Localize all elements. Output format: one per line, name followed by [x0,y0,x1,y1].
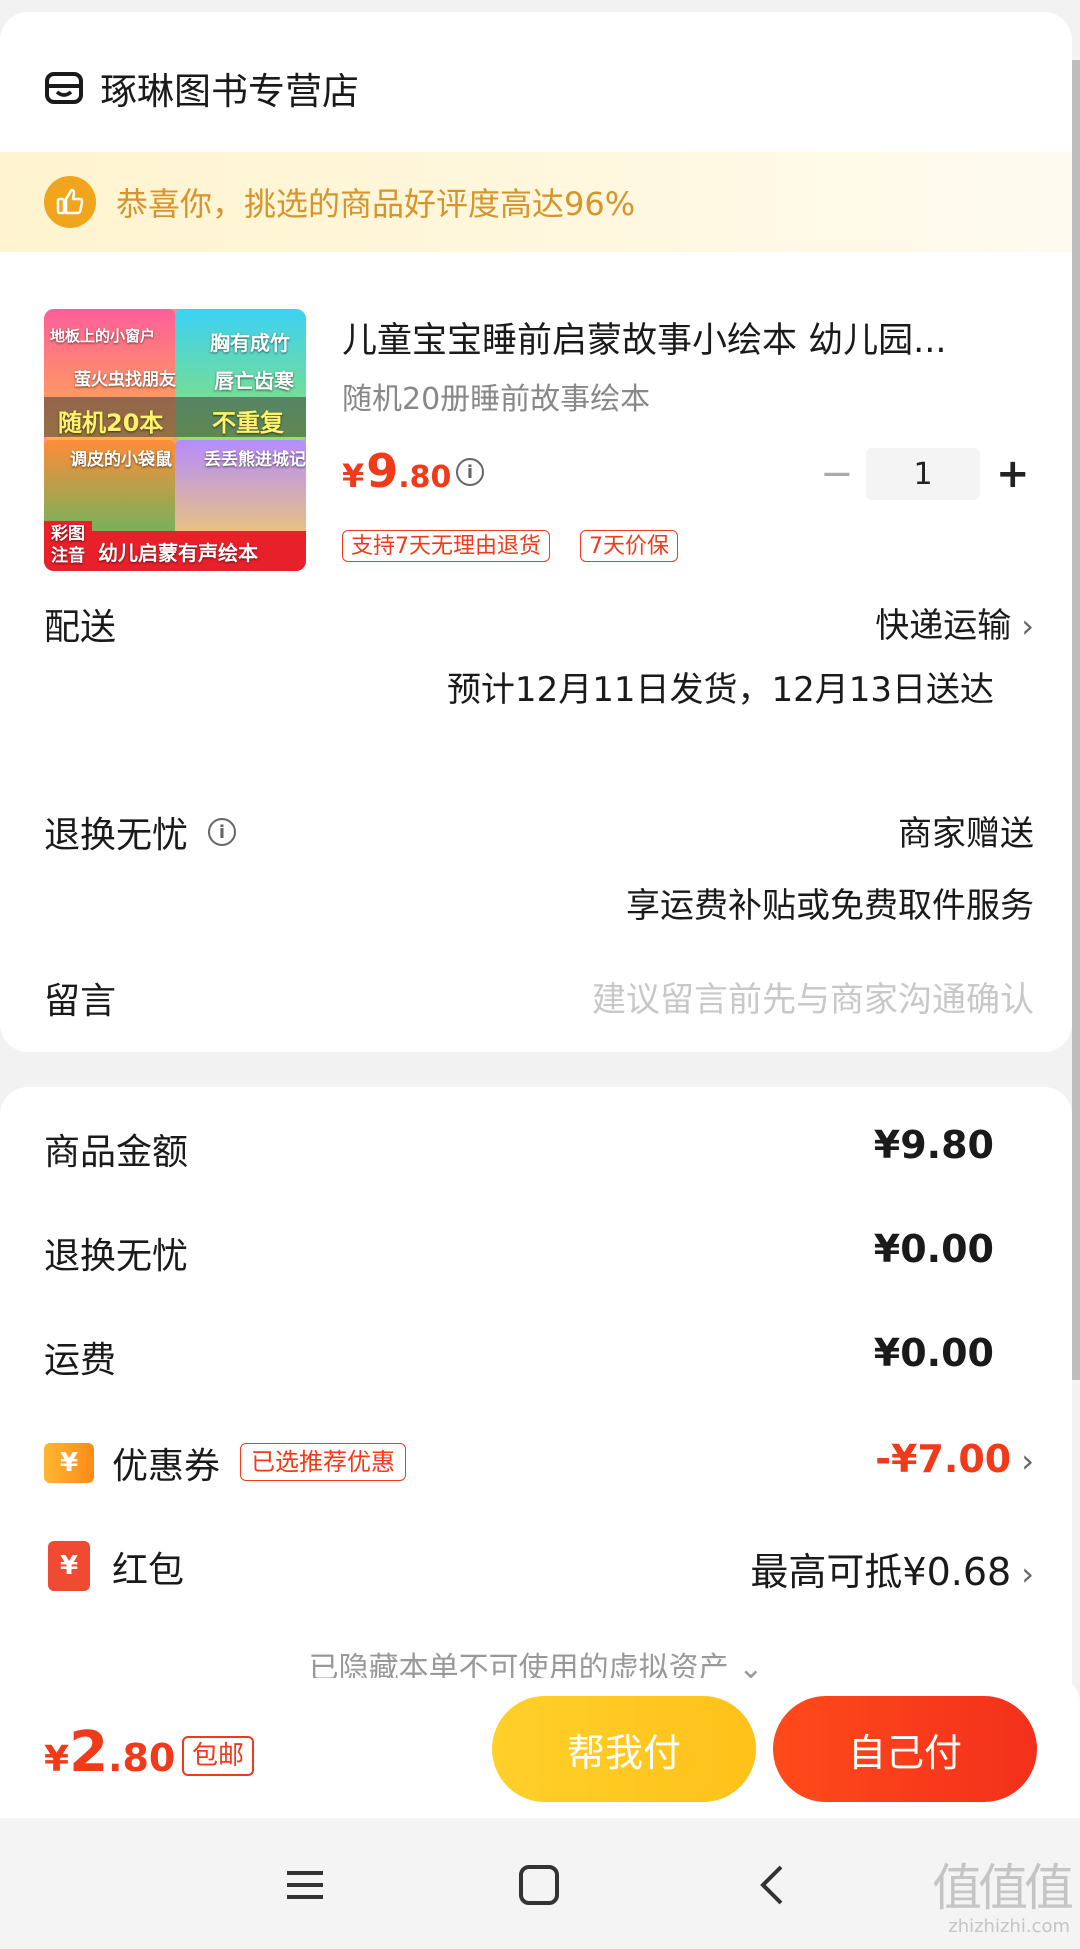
image-label: 幼儿启蒙有声绘本 [98,541,258,565]
price-integer: 9 [366,444,399,498]
return-policy-tag: 支持7天无理由退货 [342,530,550,562]
red-packet-row-link[interactable]: 最高可抵¥0.68 › [750,1541,1034,1596]
store-name: 琢琳图书专营店 [100,70,359,113]
coupon-label: 优惠券 [112,1446,221,1487]
banner-text: 恭喜你，挑选的商品好评度高达96% [116,185,636,223]
message-input[interactable]: 建议留言前先与商家沟通确认 [592,972,1034,1021]
delivery-estimate: 预计12月11日发货，12月13日送达 [446,670,994,710]
coupon-row-link[interactable]: -¥7.00 › [875,1437,1034,1481]
watermark: 值值值 zhizhizhi.com [932,1859,1074,1937]
product-spec[interactable]: 随机20册睡前故事绘本 [342,374,650,418]
shipping-fee-label: 运费 [44,1340,117,1381]
image-label: 胸有成竹 [210,331,290,355]
returns-info-icon[interactable]: i [208,818,237,846]
chevron-right-icon: › [1021,607,1034,645]
returns-value: 商家赠送 [898,814,1034,854]
order-card: 琢琳图书专营店 恭喜你，挑选的商品好评度高达96% 地板上的小窗户 胸有成竹 萤… [0,12,1072,1052]
image-label: 彩图注音 [51,524,85,566]
image-label: 调皮的小袋鼠 [70,450,172,470]
back-icon[interactable] [748,1860,798,1910]
coupon-value: -¥7.00 [875,1437,1012,1481]
red-packet-icon: ¥ [48,1541,90,1591]
thumbs-up-icon [44,176,96,228]
red-packet-value: 最高可抵¥0.68 [750,1550,1012,1594]
goods-amount-label: 商品金额 [44,1132,189,1173]
product-price: ¥ 9 .80 [342,444,451,498]
product-image[interactable]: 地板上的小窗户 胸有成竹 萤火虫找朋友 唇亡齿寒 随机20本 不重复 调皮的小袋… [44,309,306,571]
delivery-label: 配送 [44,607,117,648]
store-header[interactable]: 琢琳图书专营店 [44,60,359,116]
home-icon[interactable] [514,1860,564,1910]
delivery-method-link[interactable]: 快递运输 › [875,598,1034,647]
price-currency: ¥ [342,457,365,495]
help-pay-button[interactable]: 帮我付 [492,1696,756,1802]
price-info-icon[interactable]: i [456,458,484,486]
coupon-selected-badge: 已选推荐优惠 [240,1443,406,1481]
total-decimal: .80 [108,1736,176,1780]
chevron-right-icon: › [1021,1442,1034,1480]
system-nav-bar [0,1818,1080,1949]
returns-label: 退换无忧 [44,815,189,856]
coupon-icon: ¥ [44,1443,94,1483]
image-label: 地板上的小窗户 [50,327,156,345]
returns-fee-value: ¥0.00 [873,1227,994,1271]
returns-fee-label: 退换无忧 [44,1236,189,1277]
price-summary-card: 商品金额 ¥9.80 退换无忧 ¥0.00 运费 ¥0.00 ¥ 优惠券 已选推… [0,1087,1072,1727]
scrollbar[interactable] [1072,60,1080,1380]
price-protect-tag: 7天价保 [580,530,678,562]
menu-icon[interactable] [280,1860,330,1910]
image-label: 不重复 [212,409,284,437]
image-label: 丢丢熊进城记 [204,450,306,470]
chevron-right-icon: › [1021,1555,1034,1593]
message-label: 留言 [44,981,117,1022]
quantity-input[interactable]: 1 [866,448,980,500]
price-decimal: .80 [398,460,452,495]
product-title[interactable]: 儿童宝宝睡前启蒙故事小绘本 幼儿园... [342,312,1012,363]
image-label: 随机20本 [58,409,164,437]
returns-desc: 享运费补贴或免费取件服务 [626,886,1034,926]
store-icon [44,68,84,108]
goods-amount-value: ¥9.80 [873,1123,994,1167]
quantity-increase-button[interactable]: + [996,448,1030,500]
rating-banner: 恭喜你，挑选的商品好评度高达96% [0,152,1072,252]
watermark-logo: 值值值 [932,1859,1074,1917]
image-label: 萤火虫找朋友 [74,370,176,390]
total-price: ¥ 2 .80 [44,1720,175,1785]
total-currency: ¥ [44,1739,70,1780]
red-packet-label: 红包 [112,1550,185,1591]
returns-row: 退换无忧 i [44,806,237,858]
total-integer: 2 [69,1720,109,1785]
free-shipping-badge: 包邮 [182,1736,255,1776]
image-label: 唇亡齿寒 [214,369,294,393]
self-pay-button[interactable]: 自己付 [773,1696,1037,1802]
delivery-method: 快递运输 [875,606,1012,646]
shipping-fee-value: ¥0.00 [873,1331,994,1375]
watermark-url: zhizhizhi.com [948,1916,1070,1937]
quantity-decrease-button[interactable]: − [820,452,854,496]
